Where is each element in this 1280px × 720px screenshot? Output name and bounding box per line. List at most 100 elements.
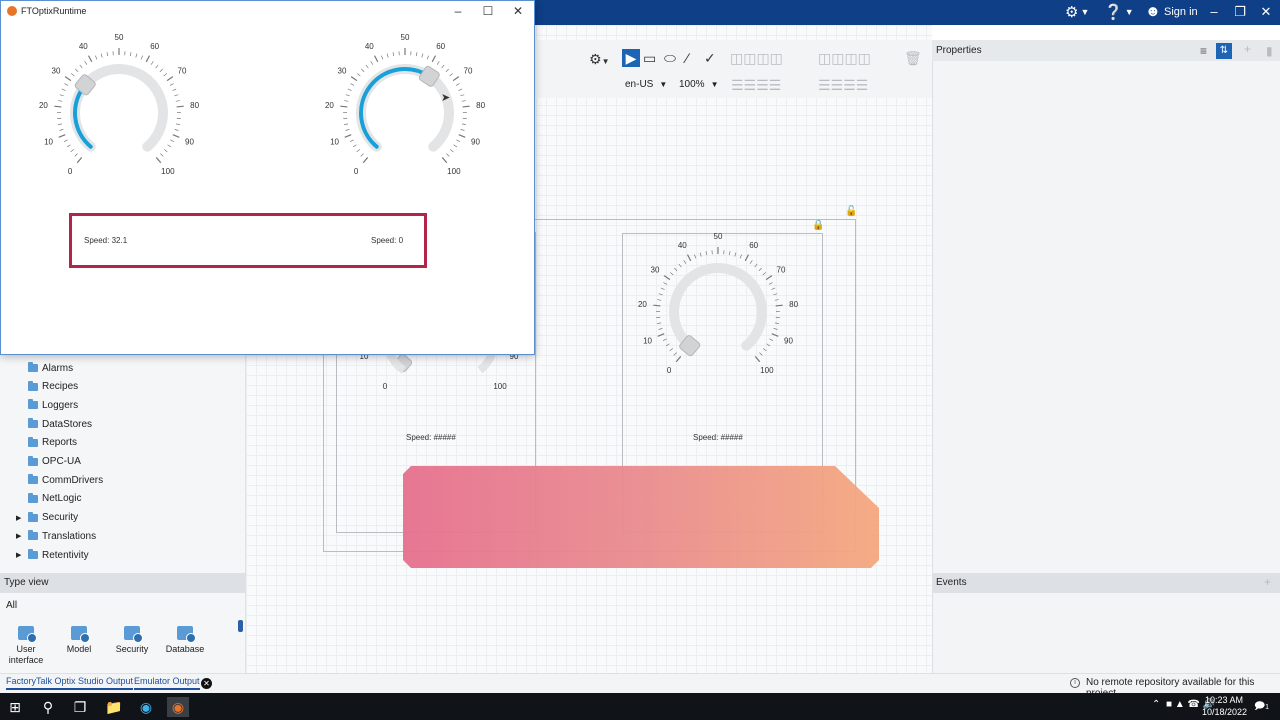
runtime-gauge-right[interactable]: 0 10 20 30 40 50 60 70 80 90 100 [307, 33, 507, 201]
gauge-tick-mark [76, 157, 83, 164]
gauge-tick-label: 10 [643, 336, 652, 345]
type-view-filter[interactable]: All [6, 600, 17, 611]
minimize-icon[interactable]: – [1204, 2, 1224, 22]
gauge-tick-mark [170, 139, 175, 143]
panel-scroll-icon[interactable]: ▮ [1266, 44, 1273, 58]
type-view-scrollbar[interactable] [238, 620, 243, 632]
sort-icon[interactable]: ⇅ [1216, 43, 1232, 59]
type-security[interactable]: Security [106, 626, 158, 655]
clock-time[interactable]: 10:23 AM [1202, 695, 1246, 705]
polyline-tool-icon[interactable]: ✓ [704, 49, 716, 67]
search-icon[interactable]: ⚲ [37, 697, 59, 717]
tray-arrow-icon[interactable]: ⌃ [1152, 699, 1160, 710]
tree-item-translations[interactable]: ▶ Translations [16, 527, 96, 545]
locale-select[interactable]: en-US ▼ [625, 76, 667, 93]
restore-icon[interactable]: ❐ [1230, 2, 1250, 22]
runtime-maximize-icon[interactable]: ☐ [477, 3, 499, 19]
help-icon[interactable]: ❔ ▼ [1104, 3, 1134, 21]
gauge-tick-mark [686, 254, 692, 262]
gauge-tick-mark [167, 144, 172, 148]
tree-item-netlogic[interactable]: NetLogic [16, 490, 81, 508]
select-pointer-icon[interactable]: ▶ [622, 49, 640, 67]
gauge-tick-label: 0 [667, 366, 672, 375]
file-explorer-icon[interactable]: 📁 [103, 697, 125, 717]
windows-start-icon[interactable]: ⊞ [4, 697, 26, 717]
gauge-tick-mark [762, 272, 766, 276]
runtime-title-bar[interactable]: FTOptixRuntime – ☐ ✕ [1, 1, 534, 21]
canvas-gauge[interactable]: 0 10 20 30 40 50 60 70 80 90 100 [620, 232, 820, 400]
rectangle-tool-icon[interactable]: ▭ [643, 49, 656, 67]
gauge-tick-mark [145, 55, 151, 63]
line-tool-icon[interactable]: ∕ [686, 49, 688, 67]
runtime-close-icon[interactable]: ✕ [507, 3, 529, 19]
settings-gear-icon[interactable]: ⚙▼ [589, 50, 609, 68]
user-icon[interactable]: ☻ [1145, 3, 1161, 21]
align-icon[interactable]: ◫◫◫◫ [818, 49, 871, 67]
runtime-gauge-left[interactable]: 0 10 20 30 40 50 60 70 80 90 100 [21, 33, 221, 201]
gauge-tick-mark [766, 343, 771, 347]
tree-item-loggers[interactable]: Loggers [16, 396, 78, 414]
canvas-speed-label-left[interactable]: Speed: ##### [406, 433, 456, 442]
canvas-speed-label-right[interactable]: Speed: ##### [693, 433, 743, 442]
gauge-tick-mark [657, 322, 662, 324]
lock-icon[interactable]: 🔒 [812, 220, 824, 231]
type-database[interactable]: Database [159, 626, 211, 655]
expand-arrow-icon[interactable]: ▶ [16, 551, 28, 559]
clock-date[interactable]: 10/18/2022 [1202, 707, 1247, 717]
notification-count: 1 [1265, 704, 1270, 711]
events-add-icon[interactable]: + [1264, 575, 1271, 589]
gauge-tick-mark [749, 260, 753, 264]
edge-browser-icon[interactable]: ◉ [135, 697, 157, 717]
size-icon[interactable]: ☰☰☰☰ [818, 76, 868, 94]
runtime-minimize-icon[interactable]: – [447, 3, 469, 19]
tree-item-reports[interactable]: Reports [16, 434, 77, 452]
zoom-select[interactable]: 100% ▼ [679, 76, 719, 93]
gauge-tick-label: 50 [714, 232, 723, 241]
highlight-banner [403, 466, 879, 568]
type-model[interactable]: Model [53, 626, 105, 655]
gauge-tick-mark [683, 260, 687, 264]
tab-emulator-output[interactable]: Emulator Output [134, 675, 200, 690]
gauge-tick-mark [441, 64, 445, 69]
gauge-tick-label: 20 [638, 300, 647, 309]
tree-item-commdrivers[interactable]: CommDrivers [16, 471, 103, 489]
gauge-tick-mark [769, 338, 774, 342]
folder-icon [28, 492, 38, 503]
folder-type-icon [18, 626, 37, 643]
expand-arrow-icon[interactable]: ▶ [16, 532, 28, 540]
runtime-window[interactable]: FTOptixRuntime – ☐ ✕ 0 10 20 30 40 50 60 70 80 90… [0, 0, 535, 355]
expand-arrow-icon[interactable]: ▶ [16, 514, 28, 522]
unlock-icon[interactable]: 🔓 [845, 206, 857, 217]
gauge-tick-mark [449, 149, 454, 153]
gauge-tick-mark [66, 144, 71, 148]
close-icon[interactable]: ✕ [1256, 2, 1276, 22]
gear-icon[interactable]: ⚙ ▼ [1065, 3, 1089, 21]
gauge-tick-mark [699, 252, 702, 257]
gauge-tick-mark [452, 76, 460, 82]
gauge-tick-label: 10 [44, 137, 53, 146]
group-icon[interactable]: ◫◫◫◫ [730, 49, 783, 67]
add-icon[interactable]: + [1244, 42, 1251, 56]
distribute-icon[interactable]: ☰☰☰☰ [731, 76, 781, 94]
type-user-interface[interactable]: User interface [0, 626, 52, 666]
tree-item-retentivity[interactable]: ▶ Retentivity [16, 546, 89, 564]
runtime-window-title: FTOptixRuntime [21, 6, 87, 16]
tree-item-label: Recipes [42, 381, 79, 393]
tree-item-security[interactable]: ▶ Security [16, 509, 78, 527]
delete-icon[interactable]: 🗑 [904, 49, 922, 67]
close-output-icon[interactable]: ✕ [201, 678, 212, 689]
tab-studio-output[interactable]: FactoryTalk Optix Studio Output [6, 675, 134, 690]
tree-item-alarms[interactable]: Alarms [16, 359, 73, 377]
tree-item-opc-ua[interactable]: OPC-UA [16, 453, 81, 471]
tree-item-recipes[interactable]: Recipes [16, 378, 78, 396]
sign-in-link[interactable]: Sign in [1164, 6, 1198, 18]
gauge-tick-mark [140, 55, 143, 60]
filter-icon[interactable]: ≡ [1200, 44, 1207, 58]
gauge-tick-mark [356, 149, 361, 153]
task-view-icon[interactable]: ❐ [69, 697, 91, 717]
gauge-tick-label: 100 [760, 366, 774, 375]
optix-runtime-icon[interactable]: ◉ [167, 697, 189, 717]
ellipse-tool-icon[interactable]: ⬭ [664, 49, 676, 67]
notification-icon[interactable]: 🗩1 [1254, 699, 1269, 716]
tree-item-datastores[interactable]: DataStores [16, 415, 92, 433]
